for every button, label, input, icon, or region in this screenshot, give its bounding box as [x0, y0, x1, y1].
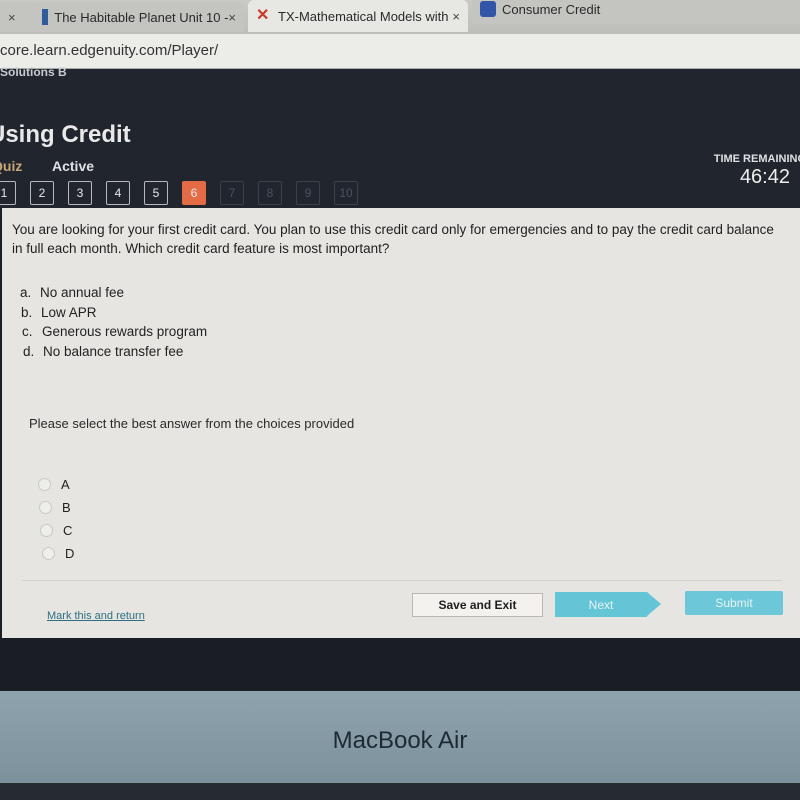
timer-label: TIME REMAINING [713, 153, 800, 165]
question-button-current[interactable]: 6 [182, 181, 206, 205]
question-navigator: 1 2 3 4 5 6 7 8 9 10 [0, 181, 372, 205]
page-title: Using Credit [0, 121, 131, 148]
browser-tab-strip: × The Habitable Planet Unit 10 - × ✕ TX-… [0, 0, 800, 34]
mark-and-return-link[interactable]: Mark this and return [47, 610, 145, 622]
breadcrumb: Solutions B [0, 65, 67, 79]
activity-type: Quiz [0, 158, 23, 174]
browser-tab[interactable]: × [0, 2, 38, 32]
quizlet-icon [480, 1, 496, 17]
quiz-header: Solutions B Using Credit Quiz Active 1 2… [0, 65, 800, 209]
question-button[interactable]: 1 [0, 181, 16, 205]
laptop-base [0, 783, 800, 800]
question-button[interactable]: 5 [144, 181, 168, 205]
device-brand-label: MacBook Air [332, 727, 468, 754]
radio-button[interactable] [42, 547, 55, 560]
choice-item: a. No annual fee [20, 285, 125, 300]
question-button[interactable]: 3 [68, 181, 92, 205]
submit-button[interactable]: Submit [685, 591, 783, 615]
close-tab-icon[interactable]: × [8, 10, 16, 25]
next-button[interactable]: Next [555, 592, 647, 617]
answer-options: A B C D [38, 473, 74, 565]
close-tab-icon[interactable]: × [452, 9, 460, 24]
tab-label: The Habitable Planet Unit 10 - [54, 9, 229, 25]
radio-button[interactable] [38, 478, 51, 491]
choice-item: b. Low APR [21, 304, 97, 320]
browser-tab[interactable]: The Habitable Planet Unit 10 - × [34, 2, 244, 32]
choice-list: a. No annual fee b. Low APR c. Generous rew… [20, 283, 207, 361]
question-button[interactable]: 4 [106, 181, 130, 205]
timer-value: 46:42 [739, 166, 790, 188]
x-logo-icon: ✕ [256, 7, 270, 24]
answer-option-a[interactable]: A [38, 473, 74, 496]
browser-tab-active[interactable]: ✕ TX-Mathematical Models with × [248, 0, 468, 32]
question-button-locked: 7 [220, 181, 244, 205]
url-text[interactable]: core.learn.edgenuity.com/Player/ [0, 42, 218, 59]
instruction-text: Please select the best answer from the c… [29, 416, 355, 431]
choice-item: c. Generous rewards program [22, 324, 208, 339]
radio-button[interactable] [39, 501, 52, 514]
status-label: Active [52, 158, 95, 174]
save-and-exit-button[interactable]: Save and Exit [412, 593, 543, 617]
divider [22, 580, 782, 581]
address-bar[interactable]: core.learn.edgenuity.com/Player/ [0, 34, 800, 69]
question-panel: You are looking for your first credit ca… [2, 208, 800, 638]
question-button-locked: 8 [258, 181, 282, 205]
screen-bezel [0, 638, 800, 690]
answer-option-c[interactable]: C [40, 519, 74, 542]
question-text: You are looking for your first credit ca… [12, 222, 774, 256]
browser-tab[interactable]: Consumer Credit [472, 0, 800, 24]
answer-option-b[interactable]: B [39, 496, 74, 519]
question-button-locked: 10 [334, 181, 358, 205]
question-button[interactable]: 2 [30, 181, 54, 205]
answer-option-d[interactable]: D [42, 542, 74, 565]
choice-item: d. No balance transfer fee [23, 343, 184, 359]
next-arrow-icon [647, 592, 661, 616]
edgenuity-icon [42, 9, 49, 25]
tab-label: Consumer Credit [502, 1, 601, 17]
radio-button[interactable] [40, 524, 53, 537]
close-tab-icon[interactable]: × [228, 10, 236, 25]
tab-label: TX-Mathematical Models with [278, 8, 449, 24]
question-button-locked: 9 [296, 181, 320, 205]
